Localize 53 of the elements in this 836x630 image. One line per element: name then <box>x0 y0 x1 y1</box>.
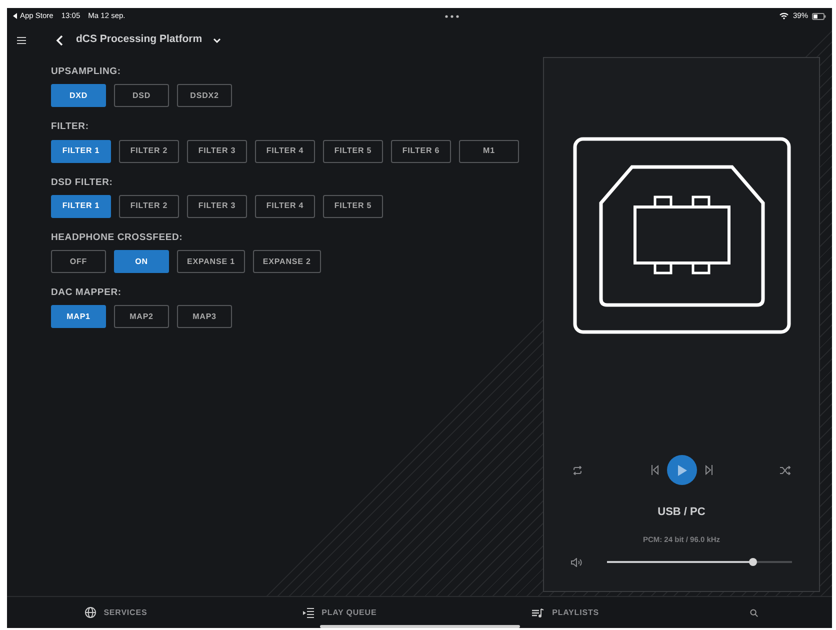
option-button[interactable]: MAP2 <box>114 305 169 328</box>
wifi-icon <box>778 12 789 20</box>
menu-icon[interactable] <box>17 36 26 44</box>
queue-list-icon <box>302 608 314 618</box>
option-button[interactable]: OFF <box>51 250 106 273</box>
section-label: DAC MAPPER: <box>51 286 122 300</box>
search-icon[interactable] <box>750 608 758 616</box>
play-icon <box>676 464 686 476</box>
volume-thumb[interactable] <box>749 558 758 566</box>
option-button[interactable]: ON <box>114 250 169 273</box>
speaker-icon <box>571 558 582 567</box>
dropdown-chevron-icon[interactable] <box>213 38 222 42</box>
option-button[interactable]: MAP3 <box>177 305 232 328</box>
volume-slider[interactable] <box>607 561 792 564</box>
option-button[interactable]: DXD <box>51 84 106 108</box>
back-triangle-icon[interactable] <box>13 13 17 19</box>
option-button[interactable]: FILTER 3 <box>187 194 247 218</box>
nav-tab[interactable]: PLAY QUEUE <box>298 604 381 620</box>
option-button[interactable]: FILTER 5 <box>323 194 383 218</box>
battery-icon <box>812 12 826 20</box>
device-title: dCS Processing Platform <box>76 32 202 48</box>
option-button[interactable]: FILTER 4 <box>255 194 315 218</box>
option-button[interactable]: FILTER 3 <box>187 140 247 162</box>
previous-track-icon[interactable] <box>650 465 658 475</box>
section-label: HEADPHONE CROSSFEED: <box>51 230 184 245</box>
section-label: UPSAMPLING: <box>51 65 122 79</box>
option-button[interactable]: FILTER 4 <box>255 140 315 162</box>
usb-port-icon <box>572 137 790 334</box>
option-button[interactable]: FILTER 5 <box>323 140 383 162</box>
option-button[interactable]: EXPANSE 1 <box>177 250 245 273</box>
back-chevron-icon[interactable] <box>56 34 63 46</box>
option-button[interactable]: MAP1 <box>51 305 106 328</box>
option-button[interactable]: FILTER 1 <box>51 194 111 218</box>
section-label: FILTER: <box>51 120 90 134</box>
option-button[interactable]: M1 <box>459 140 519 162</box>
nav-tab[interactable]: SERVICES <box>80 604 152 620</box>
play-button[interactable] <box>666 455 696 485</box>
next-track-icon[interactable] <box>704 465 712 475</box>
shuffle-icon[interactable] <box>780 466 791 474</box>
option-button[interactable]: FILTER 2 <box>119 194 179 218</box>
option-button[interactable]: DSDX2 <box>177 84 232 108</box>
multitask-dots-icon[interactable] <box>445 14 460 18</box>
section-label: DSD FILTER: <box>51 176 114 190</box>
music-list-icon <box>532 608 544 618</box>
source-name: USB / PC <box>658 505 706 520</box>
repeat-icon[interactable] <box>572 466 583 474</box>
globe-icon <box>84 607 96 618</box>
option-button[interactable]: EXPANSE 2 <box>252 250 321 273</box>
option-button[interactable]: DSD <box>114 84 169 108</box>
nav-tab[interactable]: PLAYLISTS <box>528 604 603 620</box>
option-button[interactable]: FILTER 6 <box>391 140 451 162</box>
option-button[interactable]: FILTER 2 <box>119 140 179 162</box>
option-button[interactable]: FILTER 1 <box>51 140 111 162</box>
